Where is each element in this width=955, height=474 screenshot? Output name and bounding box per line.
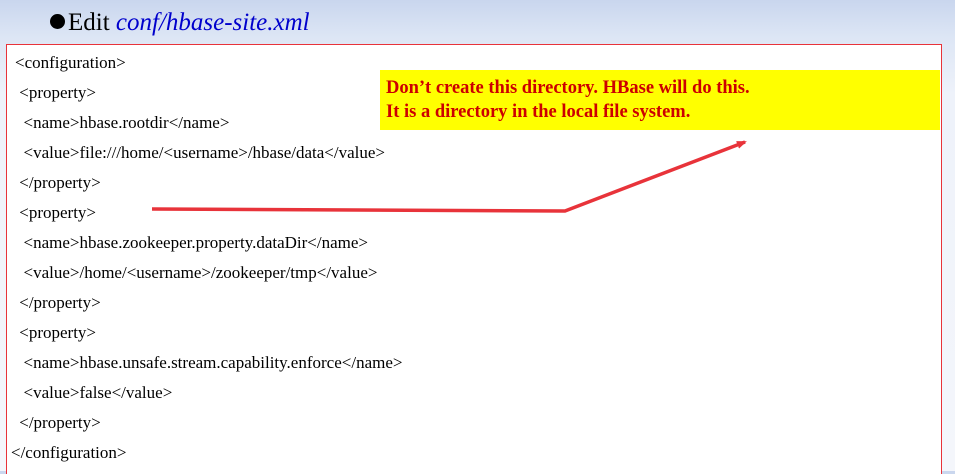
annotation-arrow	[151, 140, 747, 213]
arrow-line	[151, 140, 747, 213]
